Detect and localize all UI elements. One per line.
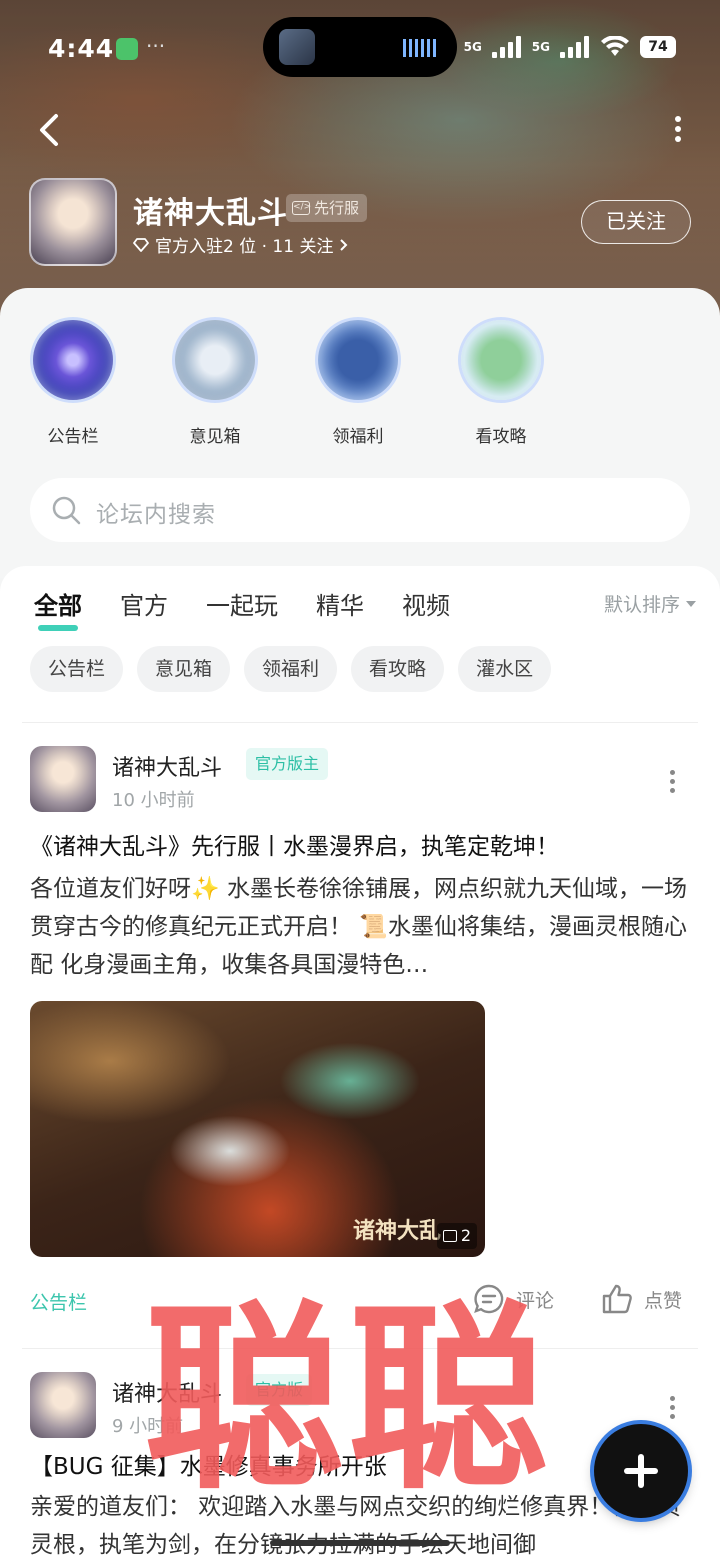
search-icon [52,496,81,525]
preview-server-tag: </> 先行服 [286,194,368,222]
chip-feedback[interactable]: 意见箱 [137,646,231,692]
post-title[interactable]: 《诸神大乱斗》先行服丨水墨漫界启，执笔定乾坤！ [30,828,690,866]
chip-guides[interactable]: 看攻略 [351,646,445,692]
more-options-button[interactable] [672,116,684,142]
entry-label: 看攻略 [475,427,527,447]
audio-wave-icon [403,39,437,57]
follow-button[interactable]: 已关注 [581,200,691,244]
system-icons: 5G 5G 74 [432,36,676,58]
entry-label: 领福利 [332,427,384,447]
moderator-badge: 官方版主 [246,748,329,780]
board-chips: 公告栏 意见箱 领福利 看攻略 灌水区 [30,646,552,692]
post-more-button[interactable] [670,770,676,797]
like-label: 点赞 [644,1289,683,1312]
home-indicator[interactable] [270,1540,450,1546]
official-meta-text: 官方入驻2 位 · 11 关注 [155,237,334,257]
scroll-orb-icon [175,320,255,400]
code-icon: </> [292,201,311,215]
avatar[interactable] [30,746,96,812]
tab-featured[interactable]: 精华 [316,586,364,621]
post-image[interactable]: 诸神大乱 2 [30,1001,485,1257]
battery-indicator: 74 [640,36,676,58]
tab-all[interactable]: 全部 [34,586,82,631]
chip-bulletin[interactable]: 公告栏 [30,646,124,692]
chevron-left-icon [40,114,58,146]
caret-down-icon [686,600,696,607]
wifi-icon [601,36,629,56]
tab-video[interactable]: 视频 [402,586,450,621]
post-board-link[interactable]: 公告栏 [30,1288,87,1315]
sort-dropdown[interactable]: 默认排序 [604,590,696,617]
image-icon [442,1230,457,1242]
search-input[interactable]: 论坛内搜索 [30,478,690,542]
divider [22,722,698,723]
game-avatar[interactable] [29,178,117,266]
entry-feedback[interactable]: 意见箱 [165,320,265,447]
official-meta-link[interactable]: 官方入驻2 位 · 11 关注 [133,232,349,257]
chevron-right-icon [340,238,348,251]
back-button[interactable] [34,112,66,148]
post-time: 10 小时前 [112,790,195,811]
network-5g-label-2: 5G [531,40,550,54]
image-count: 2 [460,1226,471,1245]
tab-play-together[interactable]: 一起玩 [206,586,278,621]
chip-chat[interactable]: 灌水区 [458,646,552,692]
more-notifications-icon: ··· [146,34,166,58]
leaf-orb-icon [461,320,541,400]
chip-rewards[interactable]: 领福利 [244,646,338,692]
post-body[interactable]: 各位道友们好呀✨ 水墨长卷徐徐铺展，网点织就九天仙域，一场贯穿古今的修真纪元正式… [30,870,690,984]
flag-orb-icon [318,320,398,400]
entry-bulletin[interactable]: 公告栏 [23,320,123,447]
galaxy-orb-icon [33,320,113,400]
image-count-badge: 2 [436,1223,477,1249]
diamond-icon [133,237,149,252]
preview-server-label: 先行服 [314,199,360,217]
quick-entries: 公告栏 意见箱 领福利 看攻略 [0,320,720,450]
dynamic-island[interactable] [263,17,457,77]
like-button[interactable]: 点赞 [600,1282,682,1316]
thumbs-up-icon [602,1284,632,1314]
game-title: 诸神大乱斗 [133,196,288,231]
entry-label: 意见箱 [189,427,241,447]
avatar[interactable] [30,1372,96,1438]
status-time: 4:44 [48,34,115,63]
app-badge-icon [116,38,138,60]
watermark-overlay-text: 聪聪 [144,1282,553,1517]
entry-rewards[interactable]: 领福利 [308,320,408,447]
signal-icon [491,36,522,58]
create-post-button[interactable] [594,1424,688,1518]
post-more-button[interactable] [670,1396,676,1423]
image-watermark: 诸神大乱 [352,1218,441,1244]
island-media-thumbnail [279,29,315,65]
entry-label: 公告栏 [47,427,99,447]
tab-official[interactable]: 官方 [120,586,168,621]
signal-icon-2 [560,36,590,58]
network-5g-label: 5G [463,40,482,54]
entry-guides[interactable]: 看攻略 [451,320,551,447]
sort-label: 默认排序 [603,594,680,616]
feed-tabs: 全部 官方 一起玩 精华 视频 [34,586,488,631]
search-placeholder: 论坛内搜索 [96,502,216,528]
post-author[interactable]: 诸神大乱斗 [112,750,222,782]
